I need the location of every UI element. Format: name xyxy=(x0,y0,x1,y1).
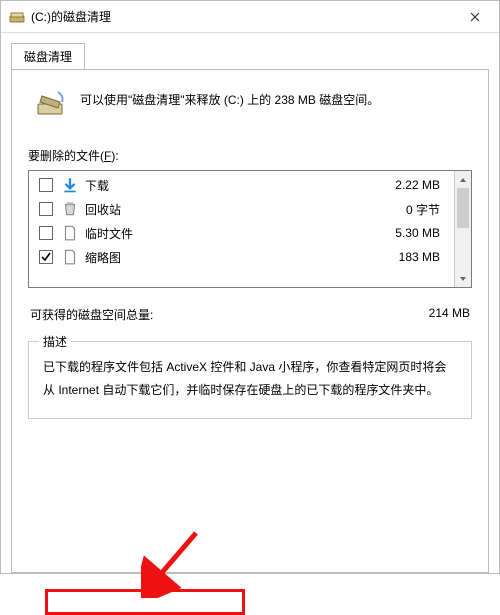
list-item[interactable]: 回收站 0 字节 xyxy=(29,197,454,221)
checkbox[interactable] xyxy=(39,202,53,216)
scroll-track[interactable] xyxy=(455,188,471,270)
scroll-up-button[interactable] xyxy=(455,171,471,188)
client-area: 磁盘清理 可以使用"磁盘清理"来释放 (C:) 上的 238 MB 磁盘空间。 … xyxy=(1,33,499,573)
description-group: 描述 已下载的程序文件包括 ActiveX 控件和 Java 小程序，你查看特定… xyxy=(28,341,472,419)
scroll-thumb[interactable] xyxy=(457,188,469,228)
total-row: 可获得的磁盘空间总量: 214 MB xyxy=(28,306,472,323)
files-to-delete-label: 要删除的文件(F): xyxy=(28,147,472,164)
disk-cleanup-window: (C:)的磁盘清理 磁盘清理 可以使用"磁盘清理"来释放 (C:) 上的 238… xyxy=(0,0,500,574)
list-item[interactable]: 下载 2.22 MB xyxy=(29,173,454,197)
tabstrip: 磁盘清理 xyxy=(11,41,489,69)
scrollbar[interactable] xyxy=(454,171,471,287)
file-listbox: 下载 2.22 MB 回收站 0 字节 xyxy=(28,170,472,288)
annotation-highlight-box xyxy=(45,589,245,615)
cleanup-icon xyxy=(36,88,68,123)
description-text: 已下载的程序文件包括 ActiveX 控件和 Java 小程序，你查看特定网页时… xyxy=(43,356,457,402)
list-item[interactable]: 临时文件 5.30 MB xyxy=(29,221,454,245)
item-name: 缩略图 xyxy=(85,249,399,266)
item-size: 183 MB xyxy=(399,250,444,264)
item-name: 临时文件 xyxy=(85,225,395,242)
file-list[interactable]: 下载 2.22 MB 回收站 0 字节 xyxy=(29,171,454,287)
window-title: (C:)的磁盘清理 xyxy=(31,8,455,25)
checkbox[interactable] xyxy=(39,226,53,240)
file-icon xyxy=(61,224,79,242)
item-name: 回收站 xyxy=(85,201,406,218)
total-value: 214 MB xyxy=(429,306,470,323)
drive-icon xyxy=(9,9,25,25)
list-item[interactable]: 缩略图 183 MB xyxy=(29,245,454,269)
intro-text: 可以使用"磁盘清理"来释放 (C:) 上的 238 MB 磁盘空间。 xyxy=(80,88,472,110)
total-label: 可获得的磁盘空间总量: xyxy=(30,306,429,323)
tab-disk-cleanup[interactable]: 磁盘清理 xyxy=(11,43,85,70)
item-size: 0 字节 xyxy=(406,201,444,218)
download-icon xyxy=(61,176,79,194)
scroll-down-button[interactable] xyxy=(455,270,471,287)
tab-panel: 可以使用"磁盘清理"来释放 (C:) 上的 238 MB 磁盘空间。 要删除的文… xyxy=(11,69,489,573)
titlebar: (C:)的磁盘清理 xyxy=(1,1,499,33)
file-icon xyxy=(61,248,79,266)
description-legend: 描述 xyxy=(39,333,71,350)
intro-row: 可以使用"磁盘清理"来释放 (C:) 上的 238 MB 磁盘空间。 xyxy=(28,84,472,147)
item-size: 5.30 MB xyxy=(395,226,444,240)
checkbox[interactable] xyxy=(39,250,53,264)
close-button[interactable] xyxy=(455,3,495,31)
item-name: 下载 xyxy=(85,177,395,194)
checkbox[interactable] xyxy=(39,178,53,192)
recycle-bin-icon xyxy=(61,200,79,218)
item-size: 2.22 MB xyxy=(395,178,444,192)
